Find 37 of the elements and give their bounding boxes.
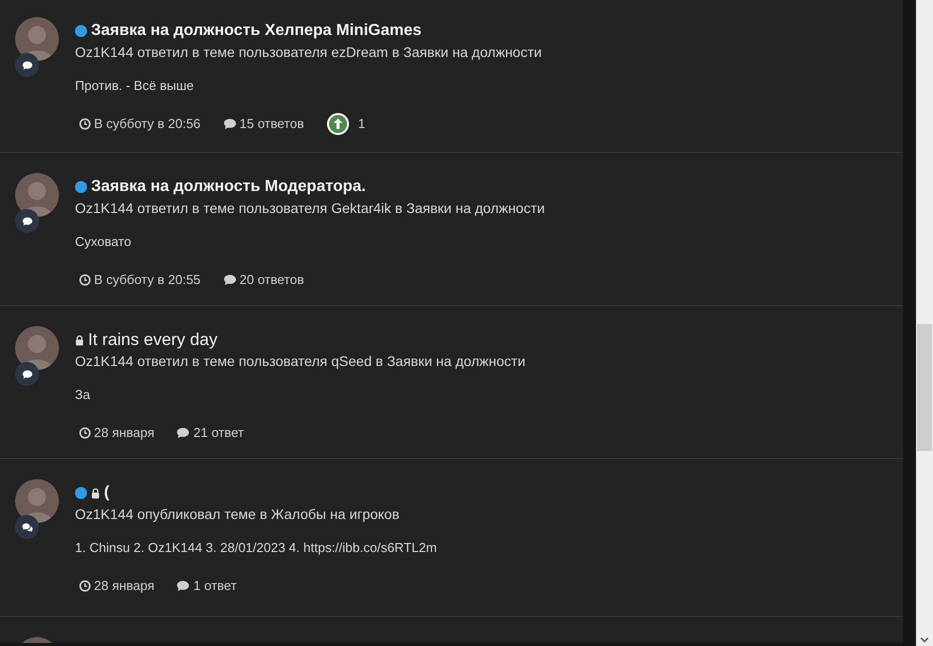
clock-icon <box>79 580 91 592</box>
comment-icon <box>222 118 237 130</box>
post-snippet: Против. - Всё выше <box>75 77 194 96</box>
comment-icon <box>222 274 237 286</box>
activity-description: Oz1K144 ответил в теме пользователя ezDream в Заявки на должности <box>75 42 542 62</box>
avatar-placeholder[interactable] <box>15 479 59 523</box>
post-snippet: За <box>75 386 90 404</box>
activity-description: Oz1K144 опубликовал теме в Жалобы на игроков <box>75 504 400 524</box>
reply-count: 21 ответ <box>193 424 244 442</box>
activity-description: Oz1K144 ответил в теме пользователя qSeed в Заявки на должности <box>75 352 526 371</box>
clock-icon <box>79 427 91 439</box>
topic-title-link[interactable]: Заявка на должность Модератора. <box>91 175 366 199</box>
topic-title-link[interactable]: ( <box>104 481 110 505</box>
post-date: 28 января <box>94 577 154 596</box>
post-snippet: 1. Chinsu 2. Oz1K144 3. 28/01/2023 4. https://ibb.co/s6RTL2m <box>75 539 437 558</box>
reply-count: 1 ответ <box>193 577 237 596</box>
avatar-placeholder[interactable] <box>15 326 59 370</box>
scrollbar[interactable] <box>916 0 933 646</box>
post-snippet: Суховато <box>75 233 132 252</box>
upvote-icon[interactable] <box>326 112 350 136</box>
activity-description: Oz1K144 ответил в теме пользователя Gektar4ik в Заявки на должности <box>75 198 545 218</box>
reply-count: 15 ответов <box>240 115 304 134</box>
comment-icon <box>176 580 190 592</box>
reply-count: 20 ответов <box>240 271 304 290</box>
post-date: В субботу в 20:55 <box>94 271 201 290</box>
comment-icon <box>176 427 190 439</box>
clock-icon <box>79 274 91 286</box>
clock-icon <box>79 118 91 130</box>
avatar-placeholder[interactable] <box>15 17 59 61</box>
reputation-count: 1 <box>358 115 366 134</box>
scroll-down-icon[interactable] <box>920 637 929 643</box>
post-date: В субботу в 20:56 <box>94 115 201 134</box>
post-date: 28 января <box>94 424 154 442</box>
scrollbar-thumb[interactable] <box>917 324 932 451</box>
topic-title-link[interactable]: It rains every day <box>88 327 218 353</box>
avatar-placeholder[interactable] <box>15 173 59 217</box>
topic-title-link[interactable]: Заявка на должность Хелпера MiniGames <box>91 19 422 43</box>
